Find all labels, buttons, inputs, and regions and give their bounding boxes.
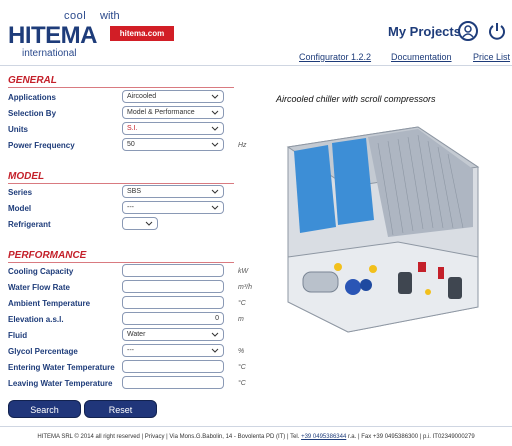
reset-button[interactable]: Reset [84, 400, 157, 418]
power-icon[interactable] [487, 21, 507, 41]
unit-hz: Hz [238, 142, 247, 149]
user-icon[interactable] [458, 21, 478, 41]
label-refrigerant: Refrigerant [8, 220, 51, 229]
label-model: Model [8, 204, 32, 213]
label-elevation: Elevation a.s.l. [8, 315, 64, 324]
label-power-frequency: Power Frequency [8, 141, 75, 150]
entering-water-temperature-input[interactable] [122, 360, 224, 373]
header: cool with HITEMA international hitema.co… [0, 0, 512, 66]
chevron-down-icon [211, 205, 219, 210]
select-value: --- [127, 204, 134, 211]
unit-kw: kW [238, 268, 249, 275]
power-frequency-select[interactable]: 50 [122, 138, 224, 151]
applications-select[interactable]: Aircooled [122, 90, 224, 103]
elevation-input[interactable]: 0 [122, 312, 224, 325]
chevron-down-icon [211, 332, 219, 337]
select-value: Model & Performance [127, 109, 195, 116]
documentation-link[interactable]: Documentation [391, 52, 452, 62]
footer-text: HITEMA SRL © 2014 all right reserved | P… [37, 434, 302, 440]
leaving-water-temperature-input[interactable] [122, 376, 224, 389]
select-value: Aircooled [127, 93, 157, 100]
selection-by-select[interactable]: Model & Performance [122, 106, 224, 119]
unit-m: m [238, 316, 244, 323]
select-value: S.I. [127, 125, 138, 132]
chevron-down-icon [211, 348, 219, 353]
logo-cool-text: cool [64, 10, 87, 22]
logo-with-text: with [100, 10, 120, 22]
logo-international-text: international [22, 48, 77, 59]
chevron-down-icon [211, 110, 219, 115]
label-fluid: Fluid [8, 331, 28, 340]
label-ambient-temperature: Ambient Temperature [8, 299, 91, 308]
fluid-select[interactable]: Water [122, 328, 224, 341]
chevron-down-icon [211, 94, 219, 99]
unit-m3h: m³/h [238, 284, 252, 291]
units-select[interactable]: S.I. [122, 122, 224, 135]
label-entering-water-temperature: Entering Water Temperature [8, 363, 115, 372]
label-selection-by: Selection By [8, 109, 57, 118]
configurator-version-link[interactable]: Configurator 1.2.2 [299, 52, 371, 62]
select-value: SBS [127, 188, 142, 195]
section-divider [8, 87, 234, 88]
section-divider [8, 262, 234, 263]
section-divider [8, 183, 234, 184]
chevron-down-icon [211, 142, 219, 147]
unit-celsius: °C [238, 300, 246, 307]
refrigerant-select[interactable] [122, 217, 158, 230]
ambient-temperature-input[interactable] [122, 296, 224, 309]
chevron-down-icon [211, 189, 219, 194]
footer-tel-link[interactable]: +39 0495386344 [301, 434, 346, 440]
footer: HITEMA SRL © 2014 all right reserved | P… [0, 426, 512, 446]
section-title-performance: PERFORMANCE [8, 250, 87, 261]
cooling-capacity-input[interactable] [122, 264, 224, 277]
water-flow-rate-input[interactable] [122, 280, 224, 293]
series-select[interactable]: SBS [122, 185, 224, 198]
label-units: Units [8, 125, 28, 134]
section-title-model: MODEL [8, 171, 45, 182]
configurator-panel: GENERAL Applications Aircooled Selection… [0, 67, 512, 426]
search-button[interactable]: Search [8, 400, 81, 418]
chevron-down-icon [145, 221, 153, 226]
label-glycol-percentage: Glycol Percentage [8, 347, 78, 356]
chevron-down-icon [211, 126, 219, 131]
unit-celsius: °C [238, 380, 246, 387]
footer-text-after: r.a. | Fax +39 0495386300 | p.i. IT02349… [346, 434, 475, 440]
glycol-percentage-select[interactable]: --- [122, 344, 224, 357]
label-cooling-capacity: Cooling Capacity [8, 267, 74, 276]
select-value: --- [127, 347, 134, 354]
label-applications: Applications [8, 93, 57, 102]
label-leaving-water-temperature: Leaving Water Temperature [8, 379, 113, 388]
chiller-product-image [286, 126, 480, 333]
logo-brand-text: HITEMA [8, 22, 98, 49]
unit-celsius: °C [238, 364, 246, 371]
model-select[interactable]: --- [122, 201, 224, 214]
label-water-flow-rate: Water Flow Rate [8, 283, 70, 292]
site-badge[interactable]: hitema.com [110, 26, 174, 41]
section-title-general: GENERAL [8, 75, 57, 86]
my-projects-title[interactable]: My Projects [388, 24, 461, 39]
unit-percent: % [238, 348, 245, 355]
label-series: Series [8, 188, 33, 197]
select-value: Water [127, 331, 146, 338]
product-caption: Aircooled chiller with scroll compressor… [276, 94, 436, 104]
price-list-link[interactable]: Price List [473, 52, 510, 62]
select-value: 50 [127, 141, 135, 148]
